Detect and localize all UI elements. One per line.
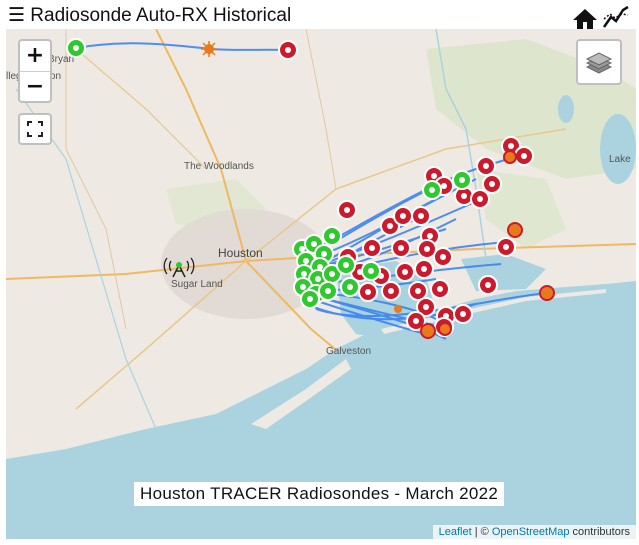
- landing-marker: [433, 247, 453, 267]
- layers-button[interactable]: [576, 39, 622, 85]
- burst-marker: [438, 322, 452, 336]
- attribution-suffix: contributors: [569, 526, 630, 538]
- burst-marker: [539, 285, 555, 301]
- leaflet-link[interactable]: Leaflet: [439, 526, 472, 538]
- place-lake: Lake: [609, 154, 631, 165]
- landing-marker: [414, 259, 434, 279]
- landing-marker: [514, 146, 534, 166]
- launch-marker: [300, 289, 320, 309]
- burst-marker: [394, 305, 402, 313]
- zoom-out-button[interactable]: −: [20, 72, 50, 102]
- landing-marker: [476, 156, 496, 176]
- map-caption: Houston TRACER Radiosondes - March 2022: [134, 482, 505, 506]
- line-chart-icon[interactable]: [602, 5, 630, 31]
- launch-marker: [318, 281, 338, 301]
- burst-marker: [420, 323, 436, 339]
- launch-marker: [361, 261, 381, 281]
- landing-marker: [395, 262, 415, 282]
- place-galveston: Galveston: [326, 346, 371, 357]
- place-the-woodlands: The Woodlands: [184, 161, 254, 172]
- landing-marker: [362, 238, 382, 258]
- landing-marker: [411, 206, 431, 226]
- zoom-in-button[interactable]: +: [20, 41, 50, 72]
- top-bar: ☰ Radiosonde Auto-RX Historical: [0, 0, 639, 30]
- zoom-control: + −: [18, 39, 52, 103]
- launch-marker: [340, 277, 360, 297]
- landing-marker: [278, 40, 298, 60]
- landing-marker: [381, 281, 401, 301]
- burst-marker: [503, 150, 517, 164]
- launch-marker: [452, 170, 472, 190]
- map-view[interactable]: Bryan llege Station The Woodlands Housto…: [6, 29, 636, 539]
- osm-link[interactable]: OpenStreetMap: [492, 526, 570, 538]
- home-icon[interactable]: [572, 7, 598, 31]
- menu-title[interactable]: ☰ Radiosonde Auto-RX Historical: [8, 5, 291, 27]
- landing-marker: [358, 282, 378, 302]
- launch-marker: [322, 226, 342, 246]
- landing-marker: [496, 237, 516, 257]
- landing-marker: [393, 206, 413, 226]
- place-sugar-land: Sugar Land: [171, 279, 223, 290]
- landing-marker: [430, 279, 450, 299]
- landing-marker: [337, 200, 357, 220]
- landing-marker: [482, 174, 502, 194]
- attribution: Leaflet | © OpenStreetMap contributors: [432, 525, 636, 539]
- fullscreen-icon: [27, 121, 43, 137]
- landing-marker: [470, 189, 490, 209]
- burst-marker: [201, 41, 217, 57]
- landing-marker: [391, 238, 411, 258]
- launch-marker: [422, 180, 442, 200]
- fullscreen-button[interactable]: [18, 113, 52, 145]
- layers-icon: [585, 52, 613, 74]
- launch-marker: [336, 255, 356, 275]
- landing-marker: [453, 304, 473, 324]
- launch-marker: [66, 38, 86, 58]
- landing-marker: [478, 275, 498, 295]
- burst-marker: [507, 222, 523, 238]
- attribution-separator: | ©: [471, 526, 492, 538]
- place-houston: Houston: [218, 246, 263, 260]
- map-canvas: Bryan llege Station The Woodlands Housto…: [6, 29, 636, 539]
